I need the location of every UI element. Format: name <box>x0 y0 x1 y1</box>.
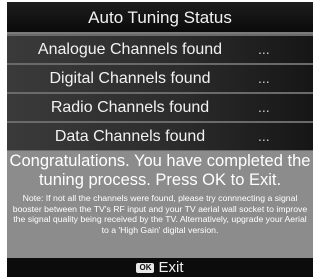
radio-channels-label: Radio Channels found <box>50 99 210 116</box>
digital-channels-value: ... <box>258 70 270 86</box>
exit-label[interactable]: Exit <box>158 259 183 276</box>
radio-channels-row: Radio Channels found ... <box>7 94 313 121</box>
analogue-channels-value: ... <box>258 41 270 57</box>
screen-title: Auto Tuning Status <box>7 2 313 34</box>
footer-bar: OK Exit <box>7 258 313 277</box>
completion-message: Congratulations. You have completed the … <box>9 152 311 189</box>
completion-message-panel: Congratulations. You have completed the … <box>7 151 313 258</box>
ok-key-icon[interactable]: OK <box>136 263 155 273</box>
data-channels-label: Data Channels found <box>54 128 206 145</box>
data-channels-value: ... <box>258 128 270 144</box>
digital-channels-row: Digital Channels found ... <box>7 65 313 92</box>
analogue-channels-label: Analogue Channels found <box>37 41 223 58</box>
analogue-channels-row: Analogue Channels found ... <box>7 36 313 63</box>
digital-channels-label: Digital Channels found <box>49 70 211 87</box>
auto-tuning-status-screen: Auto Tuning Status Analogue Channels fou… <box>7 2 313 277</box>
data-channels-row: Data Channels found ... <box>7 123 313 150</box>
radio-channels-value: ... <box>258 99 270 115</box>
signal-note: Note: If not all the channels were found… <box>12 193 308 235</box>
